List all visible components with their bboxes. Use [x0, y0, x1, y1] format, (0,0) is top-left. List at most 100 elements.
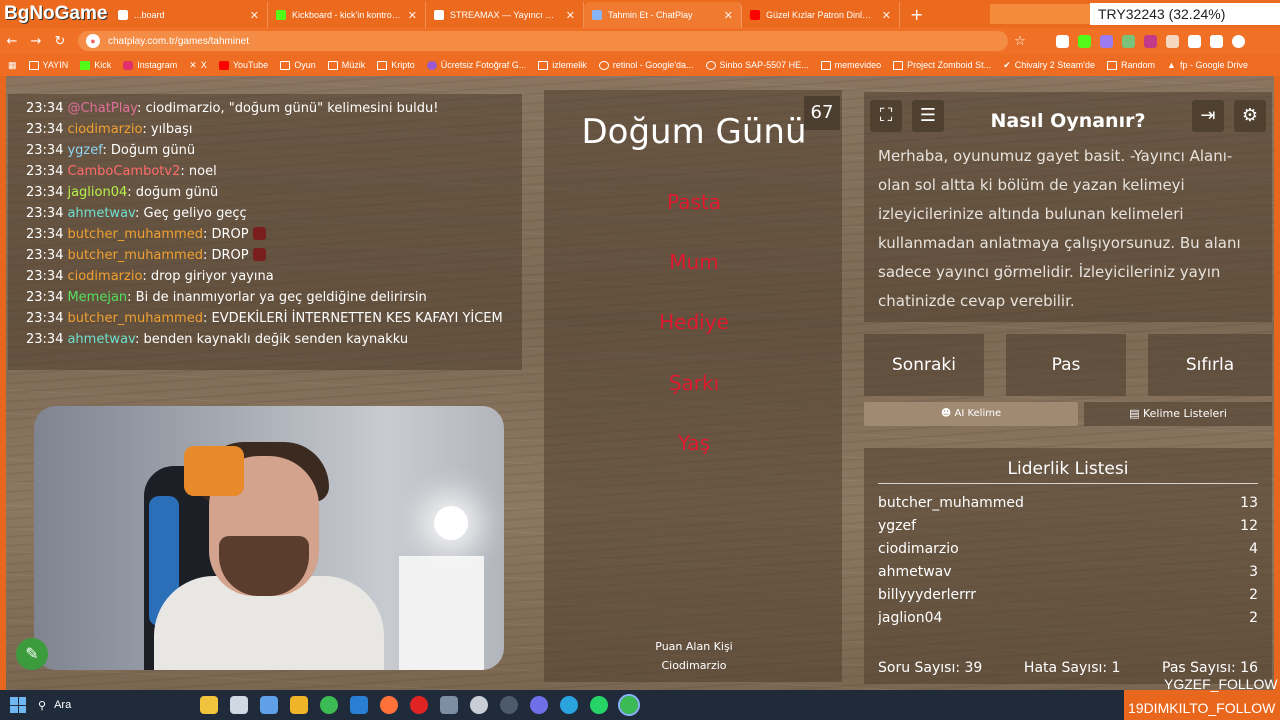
exit-icon[interactable]: ⇥: [1192, 100, 1224, 132]
chat-username[interactable]: butcher_muhammed: [67, 311, 203, 326]
bookmark-item[interactable]: izlemelik: [538, 60, 587, 70]
reset-button[interactable]: Sıfırla: [1148, 334, 1272, 396]
gear-icon[interactable]: ⚙: [1234, 100, 1266, 132]
bookmark-item[interactable]: Random: [1107, 60, 1155, 70]
address-bar: ← → ↻ ● chatplay.com.tr/games/tahminet ☆: [0, 28, 1280, 54]
opera-icon[interactable]: [410, 696, 428, 714]
site-info-icon[interactable]: ●: [86, 34, 100, 48]
extensions: [1056, 34, 1245, 48]
bookmark-item[interactable]: Müzik: [327, 60, 365, 70]
extension-icon[interactable]: [1056, 34, 1069, 48]
app-icon[interactable]: [470, 696, 488, 714]
obs-icon[interactable]: [500, 696, 518, 714]
tab-kickboard[interactable]: Kickboard - kick'in kontrol paneli ✕: [268, 2, 426, 28]
chat-username[interactable]: ciodimarzio: [67, 122, 142, 137]
bookmark-item[interactable]: YouTube: [218, 60, 268, 70]
ai-word-button[interactable]: ☻ AI Kelime: [864, 402, 1078, 426]
bookmark-item[interactable]: Kripto: [377, 60, 415, 70]
bookmark-item[interactable]: YAYIN: [28, 60, 68, 70]
extension-icon[interactable]: [1100, 34, 1113, 48]
bookmark-item[interactable]: Instagram: [123, 60, 177, 70]
forward-icon[interactable]: →: [24, 34, 48, 49]
task-view-icon[interactable]: [230, 696, 248, 714]
bookmark-item[interactable]: memevideo: [820, 60, 881, 70]
next-button[interactable]: Sonraki: [864, 334, 984, 396]
bookmark-item[interactable]: Project Zomboid St...: [893, 60, 991, 70]
bookmark-item[interactable]: retinol - Google'da...: [598, 60, 694, 70]
extension-icon[interactable]: [1122, 34, 1135, 48]
bookmark-item[interactable]: Sinbo SAP-5507 HE...: [705, 60, 809, 70]
bookmark-item[interactable]: ▲ fp - Google Drive: [1167, 60, 1248, 70]
pen-icon[interactable]: ✎: [16, 638, 48, 670]
extension-icon[interactable]: [1144, 34, 1157, 48]
chrome-icon[interactable]: [320, 696, 338, 714]
menu-icon[interactable]: [1210, 34, 1223, 48]
google-drive-icon: ▲: [1167, 60, 1176, 70]
url-field[interactable]: ● chatplay.com.tr/games/tahminet: [78, 31, 1008, 51]
windows-start-icon[interactable]: [10, 697, 26, 713]
firefox-icon[interactable]: [380, 696, 398, 714]
bookmark-label: Random: [1121, 60, 1156, 70]
bookmark-item[interactable]: ✕ X: [189, 60, 207, 71]
copilot-icon[interactable]: [260, 696, 278, 714]
chat-username[interactable]: butcher_muhammed: [67, 248, 203, 263]
chat-text: : drop giriyor yayına: [142, 269, 274, 284]
outlook-icon[interactable]: [350, 696, 368, 714]
taskbar-search[interactable]: ⚲ Ara: [38, 699, 188, 712]
chat-username[interactable]: @ChatPlay: [67, 101, 137, 116]
bookmark-item[interactable]: ✔ Chivalry 2 Steam'de: [1003, 60, 1095, 71]
tab-0[interactable]: ...board ✕: [110, 2, 268, 28]
bookmark-item[interactable]: Kick: [80, 60, 111, 70]
close-icon[interactable]: ✕: [250, 9, 259, 22]
folder-icon: [377, 60, 388, 70]
telegram-icon[interactable]: [560, 696, 578, 714]
close-icon[interactable]: ✕: [882, 9, 891, 22]
close-icon[interactable]: ✕: [566, 9, 575, 22]
back-icon[interactable]: ←: [0, 34, 24, 49]
photo-site-icon: [426, 60, 437, 70]
currency-overlay: TRY32243 (32.24%): [1090, 3, 1280, 25]
url-text: chatplay.com.tr/games/tahminet: [108, 35, 249, 47]
pass-button[interactable]: Pas: [1006, 334, 1126, 396]
chat-username[interactable]: ygzef: [67, 143, 102, 158]
new-tab-button[interactable]: +: [900, 5, 933, 24]
bookmark-label: izlemelik: [552, 60, 587, 70]
bookmark-star-icon[interactable]: ☆: [1008, 34, 1032, 49]
close-icon[interactable]: ✕: [408, 9, 417, 22]
chat-username[interactable]: butcher_muhammed: [67, 227, 203, 242]
chat-username[interactable]: jaglion04: [67, 185, 127, 200]
leaderboard-score: 4: [1249, 541, 1258, 557]
whatsapp-icon[interactable]: [590, 696, 608, 714]
error-count: Hata Sayısı: 1: [1023, 660, 1121, 676]
tab-streamax[interactable]: STREAMAX — Yayıncı Paneli ✕: [426, 2, 584, 28]
app-icon[interactable]: [440, 696, 458, 714]
chrome-icon[interactable]: [618, 694, 640, 716]
chat-username[interactable]: ahmetwav: [67, 332, 135, 347]
word-lists-button[interactable]: ▤ Kelime Listeleri: [1084, 402, 1272, 426]
chat-username[interactable]: Memejan: [67, 290, 127, 305]
bookmark-item[interactable]: Ücretsiz Fotoğraf G...: [426, 60, 526, 70]
extension-icon[interactable]: [1166, 34, 1179, 48]
leaderboard-name: ygzef: [878, 518, 917, 534]
tab-chatplay[interactable]: Tahmin Et - ChatPlay ✕: [584, 2, 742, 28]
chat-timestamp: 23:34: [26, 269, 64, 284]
chat-username[interactable]: ciodimarzio: [67, 269, 142, 284]
discord-icon[interactable]: [530, 696, 548, 714]
chat-username[interactable]: ahmetwav: [67, 206, 135, 221]
tab-youtube[interactable]: Güzel Kızlar Patron Dinler - YouTube ✕: [742, 2, 900, 28]
bookmark-item[interactable]: Oyun: [280, 60, 316, 70]
extension-icon[interactable]: [1078, 34, 1091, 48]
apps-grid-icon[interactable]: ▦: [8, 60, 17, 71]
extensions-puzzle-icon[interactable]: [1188, 34, 1201, 48]
close-icon[interactable]: ✕: [724, 9, 733, 22]
profile-avatar[interactable]: [1232, 34, 1245, 48]
chat-timestamp: 23:34: [26, 332, 64, 347]
forbidden-word: Mum: [669, 250, 719, 274]
reload-icon[interactable]: ↻: [48, 34, 72, 49]
streamer-webcam: [34, 406, 504, 670]
emote-icon: [252, 248, 266, 261]
file-explorer-icon[interactable]: [290, 696, 308, 714]
widgets-icon[interactable]: [200, 696, 218, 714]
google-icon: [598, 60, 609, 70]
chat-username[interactable]: CamboCambotv2: [67, 164, 180, 179]
